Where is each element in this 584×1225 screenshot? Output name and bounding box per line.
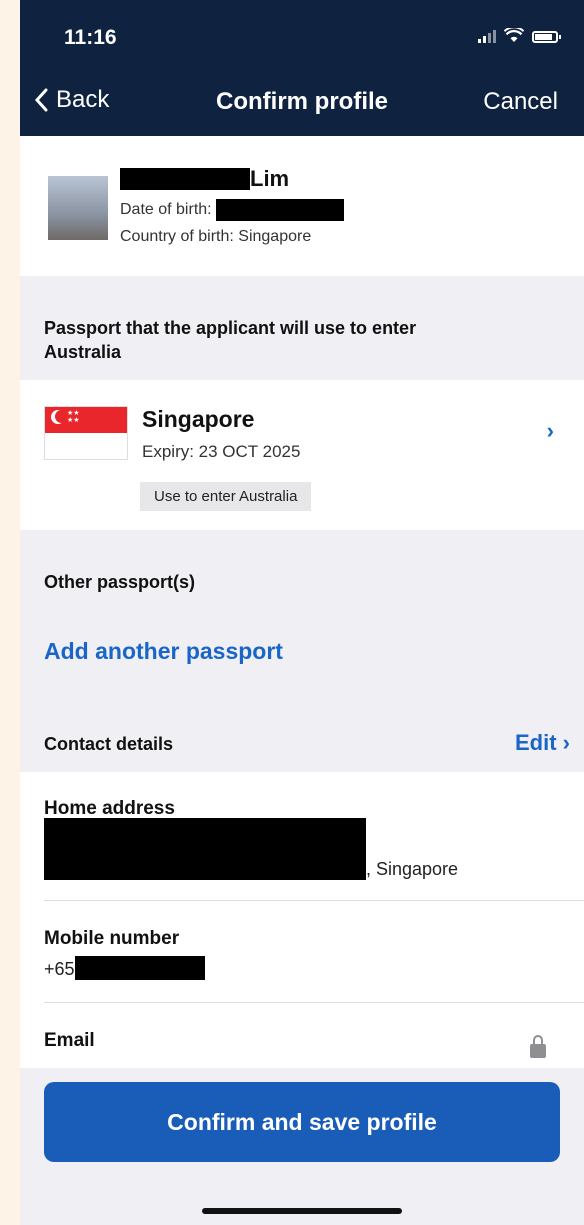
passport-row[interactable]: ★★ ★★ Singapore Expiry: 23 OCT 2025 Use t… [20, 380, 584, 530]
home-indicator [202, 1208, 402, 1214]
divider [44, 1002, 584, 1003]
wifi-icon [504, 28, 524, 42]
status-icons [478, 28, 561, 43]
edit-contact-button[interactable]: Edit › [515, 730, 570, 756]
chevron-right-icon: › [562, 730, 570, 755]
surname: Lim [250, 166, 290, 191]
avatar [48, 176, 108, 240]
top-bar: 11:16 Back Confirm profile Cancel [20, 0, 584, 136]
home-address-label: Home address [44, 798, 175, 819]
date-of-birth: Date of birth: [120, 199, 344, 221]
redacted-dob [215, 199, 344, 221]
profile-card: Lim Date of birth: Country of birth: Sin… [20, 136, 584, 276]
other-passports-heading: Other passport(s) [44, 572, 196, 592]
mobile-prefix: +65 [44, 959, 75, 979]
footer: Confirm and save profile [20, 1068, 584, 1225]
cancel-button[interactable]: Cancel [483, 88, 558, 116]
home-address-value: , Singapore [44, 818, 458, 880]
country-of-birth: Country of birth: Singapore [120, 228, 312, 245]
contact-details-card: Home address , Singapore Mobile number +… [20, 772, 584, 1082]
mobile-label: Mobile number [44, 928, 180, 949]
applicant-name: Lim [120, 166, 289, 192]
address-suffix: , Singapore [366, 859, 459, 879]
passport-heading: Passport that the applicant will use to … [44, 318, 417, 362]
passport-expiry: Expiry: 23 OCT 2025 [142, 442, 301, 461]
confirm-save-button[interactable]: Confirm and save profile [44, 1082, 560, 1162]
singapore-flag-icon: ★★ ★★ [44, 406, 128, 460]
enter-australia-badge: Use to enter Australia [140, 482, 312, 511]
add-passport-link[interactable]: Add another passport [44, 638, 283, 665]
redacted-address [44, 818, 366, 880]
edit-label: Edit [514, 730, 557, 755]
contact-heading: Contact details [44, 734, 174, 754]
lock-icon [530, 1035, 546, 1058]
dob-label: Date of birth: [120, 201, 212, 218]
phone-screen: 11:16 Back Confirm profile Cancel Lim Da… [20, 0, 584, 1225]
email-label: Email [44, 1030, 95, 1051]
battery-icon [532, 31, 561, 43]
status-time: 11:16 [64, 26, 117, 49]
redacted-mobile [74, 956, 205, 980]
chevron-right-icon: › [546, 418, 554, 443]
divider [44, 900, 584, 901]
signal-icon [478, 29, 496, 43]
redacted-given-name [120, 168, 250, 190]
passport-country: Singapore [142, 406, 255, 432]
mobile-value: +65 [44, 956, 205, 980]
